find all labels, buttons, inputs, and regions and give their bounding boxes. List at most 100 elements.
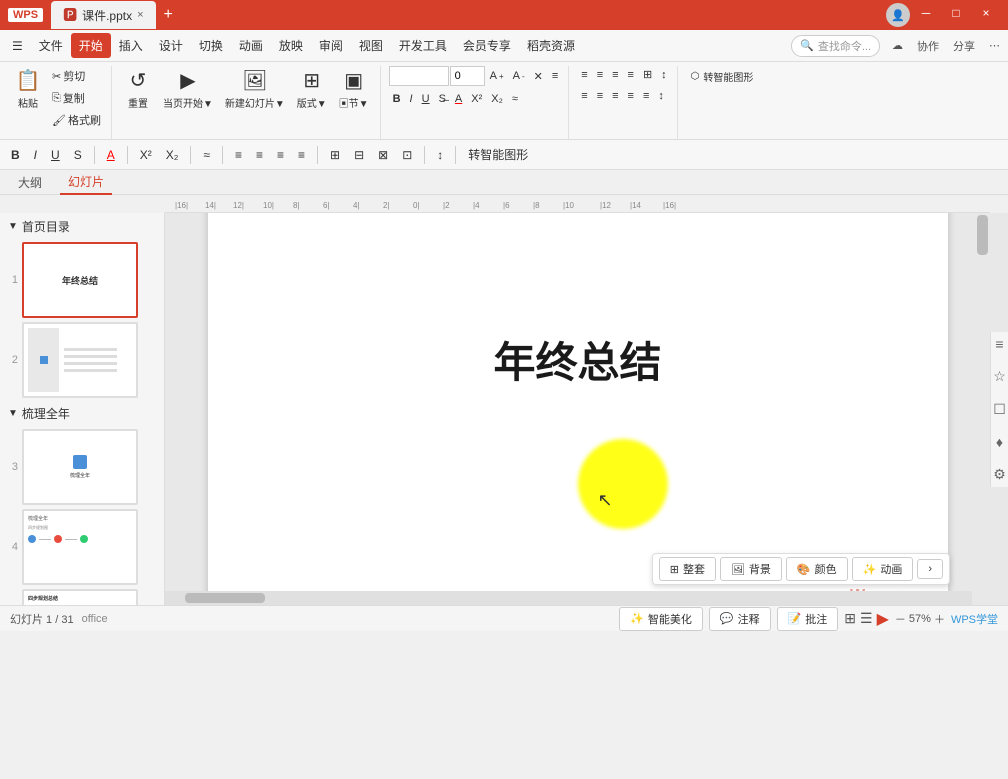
fmt-align1[interactable]: ≡ — [230, 146, 247, 164]
align-justify-btn[interactable]: ≡ — [624, 67, 638, 83]
scroll-h-thumb[interactable] — [185, 593, 265, 603]
close-btn[interactable]: × — [972, 3, 1000, 23]
section-header-2[interactable]: ▼ 梳理全年 — [0, 400, 164, 427]
menu-item-审阅[interactable]: 审阅 — [311, 33, 351, 58]
fmt-align4[interactable]: ≡ — [293, 146, 310, 164]
more-btn[interactable]: › — [917, 559, 943, 579]
menu-item-动画[interactable]: 动画 — [231, 33, 271, 58]
tab-slide[interactable]: 幻灯片 — [60, 170, 112, 195]
slide-thumb-2[interactable] — [22, 322, 138, 398]
text-direction-btn[interactable]: ↕ — [657, 67, 671, 83]
fmt-underline[interactable]: U — [46, 146, 65, 164]
menu-item-会员专享[interactable]: 会员专享 — [455, 33, 519, 58]
menu-item-稻壳资源[interactable]: 稻壳资源 — [519, 33, 583, 58]
scroll-vertical[interactable] — [975, 213, 990, 591]
zoom-in-icon[interactable]: ＋ — [934, 611, 945, 627]
fmt-convert[interactable]: 转智能图形 — [463, 144, 533, 165]
format-painter-button[interactable]: 🖌 格式刷 — [48, 110, 105, 130]
superscript-btn[interactable]: X² — [467, 91, 486, 107]
section-header-1[interactable]: ▼ 首页目录 — [0, 213, 164, 240]
underline-btn[interactable]: U — [418, 91, 434, 107]
cooperate-btn[interactable]: 协作 — [913, 36, 943, 56]
fmt-superscript[interactable]: X² — [135, 146, 157, 164]
undo-button[interactable]: ↺ 重置 — [120, 66, 156, 113]
section-button[interactable]: ▣ ▣节▼ — [334, 66, 374, 113]
menu-item-开始[interactable]: 开始 — [71, 33, 111, 58]
view-list-icon[interactable]: ☰ — [860, 610, 873, 627]
fmt-bold[interactable]: B — [6, 146, 25, 164]
menu-item-放映[interactable]: 放映 — [271, 33, 311, 58]
annotation-btn[interactable]: 💬 注释 — [709, 607, 771, 631]
add-tab-button[interactable]: + — [156, 6, 181, 24]
para-align4-btn[interactable]: ≡ — [624, 88, 638, 104]
background-btn[interactable]: 🖼 背景 — [720, 557, 782, 581]
fmt-subscript[interactable]: X₂ — [161, 146, 184, 164]
animation-btn[interactable]: ✨ 动画 — [852, 557, 914, 581]
paste-button[interactable]: 📋 粘贴 — [10, 66, 46, 113]
slide-canvas[interactable]: 年终总结 ↖ — [208, 213, 948, 605]
bold-btn[interactable]: B — [389, 91, 405, 107]
fmt-color[interactable]: A — [102, 146, 120, 164]
file-tab[interactable]: 🅿 课件.pptx × — [51, 1, 155, 29]
fmt-strikethrough[interactable]: S — [69, 146, 87, 164]
para-align1-btn[interactable]: ≡ — [577, 88, 591, 104]
close-tab-icon[interactable]: × — [137, 9, 143, 21]
shrink-font-btn[interactable]: A- — [509, 68, 529, 84]
menu-item-设计[interactable]: 设计 — [151, 33, 191, 58]
zoom-out-icon[interactable]: － — [895, 611, 906, 627]
menu-item-切换[interactable]: 切换 — [191, 33, 231, 58]
more-format-btn[interactable]: ≈ — [508, 91, 522, 107]
italic-btn[interactable]: I — [406, 91, 417, 107]
share-btn[interactable]: 分享 — [949, 36, 979, 56]
comment-btn[interactable]: 📝 批注 — [777, 607, 839, 631]
grow-font-btn[interactable]: A+ — [486, 68, 508, 84]
new-slide-button[interactable]: 🖼 新建幻灯片▼ — [220, 66, 290, 113]
fmt-grid3[interactable]: ⊠ — [373, 146, 393, 164]
font-color-btn[interactable]: A — [451, 91, 466, 107]
copy-button[interactable]: ⎘ 复制 — [48, 88, 105, 108]
clear-format-btn[interactable]: ✕ — [530, 68, 547, 85]
wps-hall-btn[interactable]: WPS学堂 — [951, 611, 998, 627]
minimize-btn[interactable]: ─ — [912, 3, 940, 23]
para-spacing-btn[interactable]: ↕ — [654, 88, 668, 104]
view-normal-icon[interactable]: ⊞ — [844, 610, 856, 627]
slide-thumb-4[interactable]: 梳理全年 四步规划图 — [22, 509, 138, 585]
right-panel-icon-2[interactable]: ☆ — [993, 368, 1006, 385]
right-panel-icon-3[interactable]: ☐ — [993, 401, 1006, 418]
menu-item-文件[interactable]: 文件 — [31, 33, 71, 58]
fmt-align3[interactable]: ≡ — [272, 146, 289, 164]
strikethrough-btn[interactable]: S̶ — [435, 91, 450, 107]
avatar-btn[interactable]: 👤 — [886, 3, 910, 27]
align-btn[interactable]: ≡ — [548, 68, 562, 84]
para-align5-btn[interactable]: ≡ — [639, 88, 653, 104]
menu-item-file[interactable]: ☰ — [4, 35, 31, 57]
slide-thumb-3[interactable]: 梳理全年 — [22, 429, 138, 505]
color-btn[interactable]: 🎨 颜色 — [786, 557, 848, 581]
layout-button[interactable]: ⊞ 版式▼ — [292, 66, 332, 113]
beautify-btn[interactable]: ✨ 智能美化 — [619, 607, 703, 631]
font-size-selector[interactable]: 0 — [450, 66, 485, 86]
fmt-align2[interactable]: ≡ — [251, 146, 268, 164]
slide-thumb-5[interactable]: 四步规划总结 以下数据仅供参考 — [22, 589, 138, 605]
search-box[interactable]: 🔍 查找命令... — [791, 35, 880, 57]
view-play-icon[interactable]: ▶ — [877, 609, 889, 629]
right-panel-icon-5[interactable]: ⚙ — [993, 466, 1006, 483]
play-button[interactable]: ▶ 当页开始▼ — [158, 66, 218, 113]
fmt-spacing[interactable]: ↕ — [432, 146, 448, 164]
slide-thumb-1[interactable]: 年终总结 — [22, 242, 138, 318]
subscript-btn[interactable]: X₂ — [487, 91, 507, 107]
para-align2-btn[interactable]: ≡ — [593, 88, 607, 104]
fmt-grid2[interactable]: ⊟ — [349, 146, 369, 164]
maximize-btn[interactable]: □ — [942, 3, 970, 23]
menu-item-开发工具[interactable]: 开发工具 — [391, 33, 455, 58]
fmt-grid4[interactable]: ⊡ — [397, 146, 417, 164]
convert-smart-btn[interactable]: ⬡ 转智能图形 — [686, 66, 759, 87]
column-layout-btn[interactable]: ⊞ — [639, 66, 656, 83]
menu-item-视图[interactable]: 视图 — [351, 33, 391, 58]
menu-item-插入[interactable]: 插入 — [111, 33, 151, 58]
format-full-btn[interactable]: ⊞ 整套 — [659, 557, 716, 581]
align-center-btn[interactable]: ≡ — [593, 67, 607, 83]
more-icon[interactable]: ⋯ — [985, 37, 1004, 54]
right-panel-icon-4[interactable]: ♦ — [996, 434, 1003, 450]
fmt-grid1[interactable]: ⊞ — [325, 146, 345, 164]
